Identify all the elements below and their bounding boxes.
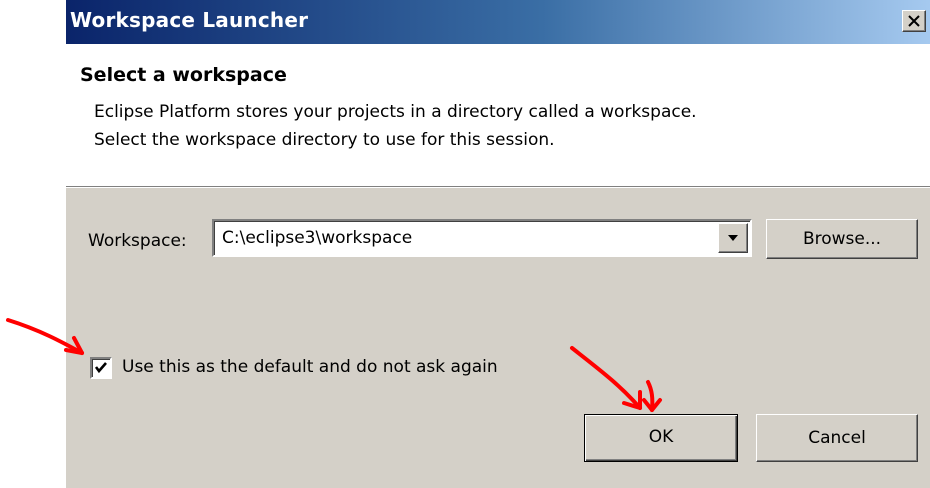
chevron-down-icon — [728, 235, 738, 241]
title-bar[interactable]: Workspace Launcher — [66, 0, 930, 44]
check-icon — [94, 362, 107, 374]
workspace-combobox[interactable] — [212, 219, 752, 257]
header-title: Select a workspace — [80, 64, 287, 86]
close-button[interactable] — [902, 10, 926, 32]
dialog-header: Select a workspace Eclipse Platform stor… — [66, 44, 930, 187]
header-separator — [66, 187, 930, 188]
cancel-button[interactable]: Cancel — [756, 414, 918, 462]
workspace-dropdown-button[interactable] — [718, 223, 748, 253]
workspace-input[interactable] — [222, 228, 712, 248]
workspace-label: Workspace: — [88, 231, 187, 251]
close-icon — [908, 15, 920, 27]
header-description-line-1: Eclipse Platform stores your projects in… — [94, 102, 697, 122]
workspace-launcher-dialog: Workspace Launcher Select a workspace Ec… — [64, 0, 930, 488]
default-checkbox[interactable] — [90, 357, 112, 379]
header-description-line-2: Select the workspace directory to use fo… — [94, 130, 555, 150]
ok-button[interactable]: OK — [584, 414, 738, 462]
default-checkbox-label[interactable]: Use this as the default and do not ask a… — [122, 357, 498, 377]
browse-button[interactable]: Browse... — [766, 219, 918, 259]
window-title: Workspace Launcher — [70, 8, 309, 32]
